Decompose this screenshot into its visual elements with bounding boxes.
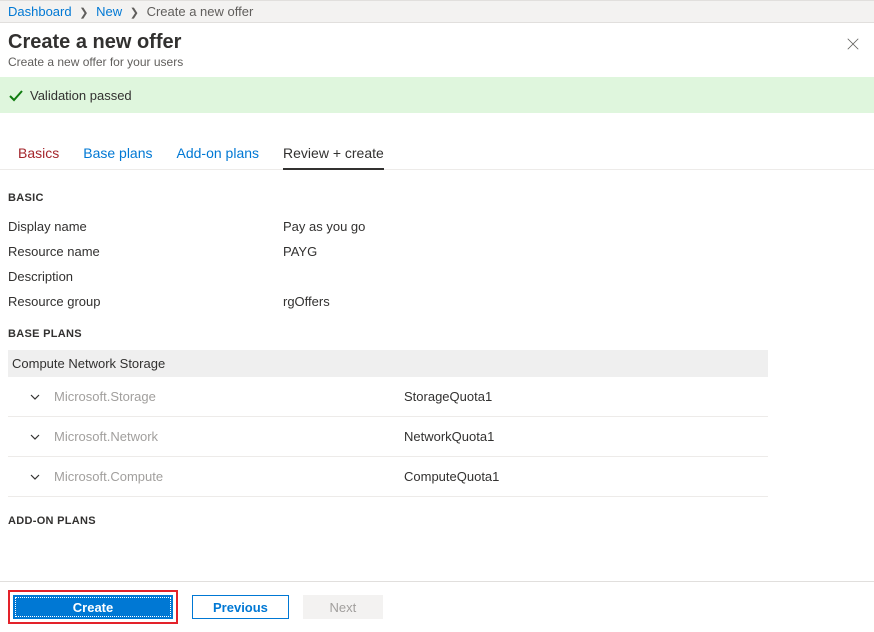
tab-review-create[interactable]: Review + create bbox=[283, 139, 384, 169]
chevron-down-icon[interactable] bbox=[28, 390, 42, 404]
page-title: Create a new offer bbox=[8, 31, 866, 54]
kv-resource-name: Resource name PAYG bbox=[8, 239, 866, 264]
breadcrumb: Dashboard ❯ New ❯ Create a new offer bbox=[0, 0, 874, 23]
kv-key: Description bbox=[8, 269, 283, 284]
content-area: BASIC Display name Pay as you go Resourc… bbox=[0, 170, 874, 527]
close-button[interactable] bbox=[844, 35, 862, 53]
checkmark-icon bbox=[8, 87, 24, 103]
validation-message: Validation passed bbox=[30, 88, 132, 103]
breadcrumb-new[interactable]: New bbox=[96, 4, 122, 19]
close-icon bbox=[846, 37, 860, 51]
kv-value: rgOffers bbox=[283, 294, 330, 309]
chevron-down-icon[interactable] bbox=[28, 470, 42, 484]
plan-name: Microsoft.Network bbox=[54, 429, 404, 444]
page-subtitle: Create a new offer for your users bbox=[8, 55, 866, 69]
plan-quota: ComputeQuota1 bbox=[404, 469, 499, 484]
tab-basics[interactable]: Basics bbox=[18, 139, 59, 169]
breadcrumb-dashboard[interactable]: Dashboard bbox=[8, 4, 72, 19]
kv-resource-group: Resource group rgOffers bbox=[8, 289, 866, 314]
kv-value: PAYG bbox=[283, 244, 317, 259]
chevron-right-icon: ❯ bbox=[130, 7, 139, 19]
section-basic-label: BASIC bbox=[8, 192, 866, 204]
tab-bar: Basics Base plans Add-on plans Review + … bbox=[0, 139, 874, 170]
plan-row: Microsoft.Network NetworkQuota1 bbox=[8, 417, 768, 457]
section-addon-plans-label: ADD-ON PLANS bbox=[8, 515, 866, 527]
chevron-down-icon[interactable] bbox=[28, 430, 42, 444]
kv-key: Resource name bbox=[8, 244, 283, 259]
section-base-plans-label: BASE PLANS bbox=[8, 328, 866, 340]
page-header: Create a new offer Create a new offer fo… bbox=[0, 23, 874, 73]
plan-quota: StorageQuota1 bbox=[404, 389, 492, 404]
plan-row: Microsoft.Storage StorageQuota1 bbox=[8, 377, 768, 417]
kv-key: Display name bbox=[8, 219, 283, 234]
tab-base-plans[interactable]: Base plans bbox=[83, 139, 152, 169]
plan-row: Microsoft.Compute ComputeQuota1 bbox=[8, 457, 768, 497]
plan-name: Microsoft.Compute bbox=[54, 469, 404, 484]
validation-banner: Validation passed bbox=[0, 77, 874, 113]
previous-button[interactable]: Previous bbox=[192, 595, 289, 619]
plan-name: Microsoft.Storage bbox=[54, 389, 404, 404]
chevron-right-icon: ❯ bbox=[79, 7, 88, 19]
kv-display-name: Display name Pay as you go bbox=[8, 214, 866, 239]
tab-addon-plans[interactable]: Add-on plans bbox=[177, 139, 260, 169]
create-button-highlight: Create bbox=[8, 590, 178, 624]
kv-description: Description bbox=[8, 264, 866, 289]
breadcrumb-current: Create a new offer bbox=[147, 4, 254, 19]
create-button[interactable]: Create bbox=[13, 595, 173, 619]
kv-key: Resource group bbox=[8, 294, 283, 309]
next-button: Next bbox=[303, 595, 383, 619]
footer-bar: Create Previous Next bbox=[0, 581, 874, 632]
plan-quota: NetworkQuota1 bbox=[404, 429, 494, 444]
plan-header: Compute Network Storage bbox=[8, 350, 768, 377]
kv-value: Pay as you go bbox=[283, 219, 365, 234]
